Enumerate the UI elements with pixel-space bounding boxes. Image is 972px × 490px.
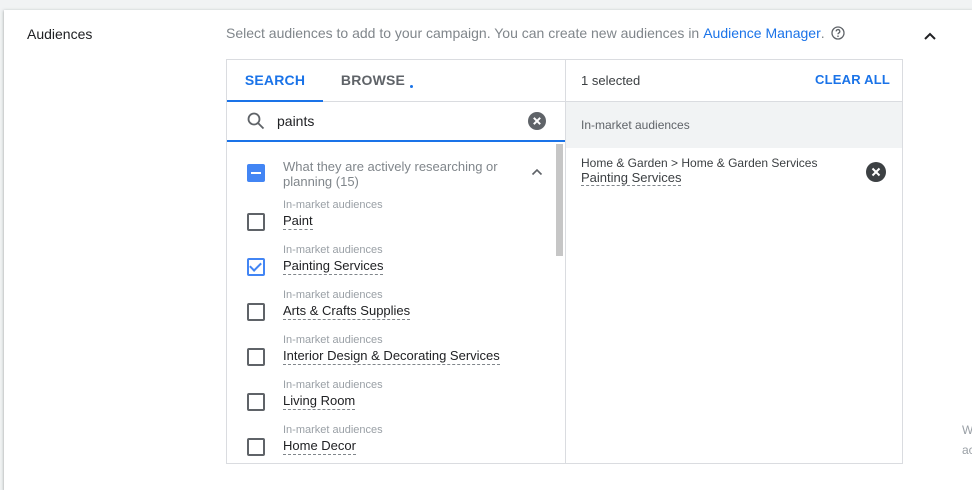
- selected-group-header: In-market audiences: [566, 102, 902, 148]
- item-name: Interior Design & Decorating Services: [283, 348, 500, 365]
- tab-search[interactable]: SEARCH: [227, 60, 323, 102]
- selected-group-label: In-market audiences: [581, 118, 690, 132]
- offscreen-text-line: ac: [962, 443, 972, 457]
- tab-indicator-dot: [410, 85, 413, 88]
- clear-search-icon[interactable]: [528, 112, 546, 135]
- audience-manager-link[interactable]: Audience Manager: [703, 25, 821, 41]
- help-icon[interactable]: [830, 26, 845, 40]
- item-name: Painting Services: [283, 258, 384, 275]
- item-checkbox[interactable]: [247, 393, 265, 411]
- item-category: In-market audiences: [283, 289, 383, 301]
- section-description: Select audiences to add to your campaign…: [226, 25, 845, 41]
- chevron-up-icon[interactable]: [530, 165, 544, 184]
- group-label: What they are actively researching or pl…: [283, 159, 498, 189]
- search-results: What they are actively researching or pl…: [227, 144, 565, 463]
- item-checkbox[interactable]: [247, 438, 265, 456]
- item-checkbox[interactable]: [247, 303, 265, 321]
- selected-item-path: Home & Garden > Home & Garden Services: [581, 156, 818, 170]
- description-text: Select audiences to add to your campaign…: [226, 25, 700, 41]
- audiences-card: Audiences Select audiences to add to you…: [4, 10, 972, 490]
- offscreen-text-line: W: [962, 423, 972, 437]
- search-input[interactable]: [277, 110, 517, 132]
- item-name: Living Room: [283, 393, 356, 410]
- remove-selected-icon[interactable]: [866, 162, 886, 187]
- list-item[interactable]: In-market audiences Living Room: [227, 376, 557, 421]
- chevron-up-icon[interactable]: [922, 28, 938, 44]
- selected-item-name: Painting Services: [581, 170, 682, 186]
- item-category: In-market audiences: [283, 334, 383, 346]
- results-group-header[interactable]: What they are actively researching or pl…: [227, 154, 557, 194]
- item-category: In-market audiences: [283, 199, 383, 211]
- selected-pane: 1 selected CLEAR ALL In-market audiences…: [566, 60, 902, 463]
- list-item[interactable]: In-market audiences Home Decor: [227, 421, 557, 463]
- list-item[interactable]: In-market audiences Arts & Crafts Suppli…: [227, 286, 557, 331]
- description-period: .: [820, 25, 825, 41]
- picker-tabs: SEARCH BROWSE: [227, 60, 565, 102]
- offscreen-text: W ac: [962, 420, 972, 460]
- item-name: Paint: [283, 213, 313, 230]
- item-category: In-market audiences: [283, 379, 383, 391]
- audience-picker: SEARCH BROWSE paints What they are activ…: [226, 59, 903, 464]
- selected-count: 1 selected: [581, 73, 641, 88]
- item-category: In-market audiences: [283, 244, 383, 256]
- selected-header: 1 selected CLEAR ALL: [566, 60, 902, 102]
- results-scrollbar[interactable]: [556, 144, 563, 256]
- list-item[interactable]: In-market audiences Interior Design & De…: [227, 331, 557, 376]
- item-checkbox[interactable]: [247, 213, 265, 231]
- section-title: Audiences: [27, 26, 93, 42]
- item-checkbox[interactable]: [247, 258, 265, 276]
- tab-browse[interactable]: BROWSE: [337, 60, 409, 101]
- item-name: Arts & Crafts Supplies: [283, 303, 411, 320]
- selected-item: Home & Garden > Home & Garden Services P…: [566, 148, 902, 196]
- search-icon: [247, 112, 265, 135]
- search-row: [227, 101, 565, 142]
- clear-all-button[interactable]: CLEAR ALL: [815, 72, 890, 87]
- search-pane: SEARCH BROWSE paints What they are activ…: [227, 60, 566, 463]
- item-name: Home Decor: [283, 438, 356, 455]
- group-partial-checkbox[interactable]: [247, 164, 265, 182]
- list-item[interactable]: In-market audiences Paint: [227, 196, 557, 241]
- item-category: In-market audiences: [283, 424, 383, 436]
- item-checkbox[interactable]: [247, 348, 265, 366]
- list-item[interactable]: In-market audiences Painting Services: [227, 241, 557, 286]
